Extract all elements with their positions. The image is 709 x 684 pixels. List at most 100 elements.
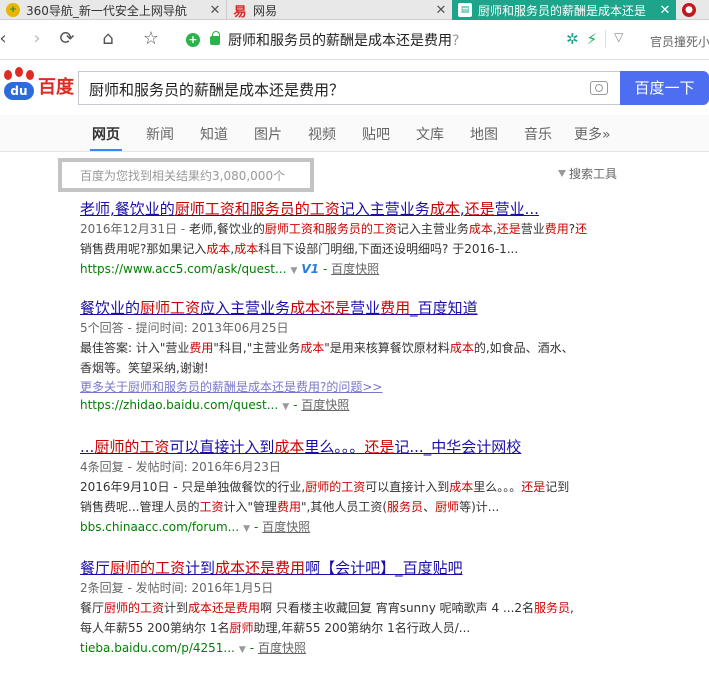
address-text[interactable]: 厨师和服务员的薪酬是成本还是费用? bbox=[228, 30, 459, 50]
snippet-segment: 老师,餐饮业的 bbox=[189, 222, 265, 236]
tab-music[interactable]: 音乐 bbox=[524, 124, 552, 144]
search-result: 老师,餐饮业的厨师工资和服务员的工资记入主营业务成本,还是营业... 2016年… bbox=[80, 198, 640, 281]
tab-tieba[interactable]: 贴吧 bbox=[362, 124, 390, 144]
result-title[interactable]: 餐厅厨师的工资计到成本还是费用啊【会计吧】_百度贴吧 bbox=[80, 557, 640, 578]
lightning-icon[interactable]: ⚡ bbox=[587, 30, 598, 48]
title-segment[interactable]: 里么。。。 bbox=[304, 438, 364, 456]
reload-icon[interactable]: ⟳ bbox=[56, 28, 78, 50]
result-title[interactable]: 餐饮业的厨师工资应入主营业务成本还是营业费用_百度知道 bbox=[80, 297, 640, 318]
snippet-segment: 还是 bbox=[521, 480, 546, 494]
title-segment[interactable]: 营业 bbox=[350, 299, 380, 317]
snapshot-link[interactable]: 百度快照 bbox=[331, 262, 379, 276]
tab-title: 360导航_新一代安全上网导航 bbox=[26, 3, 187, 18]
title-segment[interactable]: 成本还是 bbox=[290, 299, 350, 317]
result-meta: 4条回复 - 发帖时间: 2016年6月23日 bbox=[80, 457, 640, 477]
snippet-segment: 香烟等。笑望采纳,谢谢! bbox=[80, 361, 209, 375]
result-snippet-line: 2016年9月10日 - 只是单独做餐饮的行业,厨师的工资可以直接计入到成本里么… bbox=[80, 477, 640, 497]
result-title[interactable]: ...厨师的工资可以直接计入到成本里么。。。还是记..._中华会计网校 bbox=[80, 436, 640, 457]
title-segment[interactable]: 餐厅 bbox=[80, 559, 110, 577]
tab-more[interactable]: 更多» bbox=[574, 124, 611, 144]
snippet-segment: 厨师的工资 bbox=[305, 480, 366, 494]
result-url[interactable]: https://zhidao.baidu.com/quest... bbox=[80, 398, 278, 412]
close-icon[interactable]: ✕ bbox=[204, 3, 226, 18]
baidu-logo[interactable]: du 百度 bbox=[0, 67, 74, 104]
tab-images[interactable]: 图片 bbox=[254, 124, 282, 144]
camera-icon[interactable] bbox=[590, 81, 608, 95]
snippet-segment: "科目,"主营业务 bbox=[213, 341, 301, 355]
snapshot-link[interactable]: 百度快照 bbox=[301, 398, 349, 412]
chevron-down-icon[interactable]: ▽ bbox=[614, 30, 623, 48]
title-segment[interactable]: 老师,餐饮业的 bbox=[80, 200, 175, 218]
back-icon[interactable]: ‹ bbox=[0, 28, 14, 50]
title-segment[interactable]: 应入主营业务 bbox=[200, 299, 290, 317]
snapshot-link[interactable]: 百度快照 bbox=[258, 641, 306, 655]
tab-zhidao[interactable]: 知道 bbox=[200, 124, 228, 144]
security-shield-icon: + bbox=[186, 33, 200, 47]
bookmark-star-icon[interactable]: ☆ bbox=[140, 28, 162, 50]
result-url[interactable]: bbs.chinaacc.com/forum... bbox=[80, 520, 239, 534]
title-segment[interactable]: 餐饮业的 bbox=[80, 299, 140, 317]
snippet-segment: 费用 bbox=[189, 341, 214, 355]
title-segment[interactable]: 厨师工资和服务员的工资 bbox=[175, 200, 340, 218]
title-segment[interactable]: 记..._中华会计网校 bbox=[394, 438, 521, 456]
snippet-segment: 营业 bbox=[520, 222, 545, 236]
browser-tab-extra[interactable]: ● bbox=[676, 0, 709, 20]
title-segment[interactable]: 还是 bbox=[465, 200, 495, 218]
snippet-segment: 成本 bbox=[234, 242, 259, 256]
search-input[interactable]: 厨师和服务员的薪酬是成本还是费用？ bbox=[78, 71, 620, 105]
snippet-segment: 啊 只看楼主收藏回复 宵宵sunny 呢喃歌声 4 ...2名 bbox=[260, 601, 535, 615]
title-segment[interactable]: 成本 bbox=[274, 438, 304, 456]
tab-news[interactable]: 新闻 bbox=[146, 124, 174, 144]
snippet-segment: 记到 bbox=[545, 480, 570, 494]
title-segment[interactable]: 记入主营业务 bbox=[340, 200, 430, 218]
tab-web[interactable]: 网页 bbox=[90, 124, 122, 151]
result-url[interactable]: tieba.baidu.com/p/4251... bbox=[80, 641, 235, 655]
caret-down-icon[interactable]: ▼ bbox=[282, 402, 289, 412]
title-segment[interactable]: 厨师的工资 bbox=[110, 559, 185, 577]
close-icon[interactable]: ✕ bbox=[430, 3, 452, 18]
caret-down-icon[interactable]: ▼ bbox=[243, 524, 250, 534]
title-segment[interactable]: 计到 bbox=[185, 559, 215, 577]
search-query[interactable]: 厨师和服务员的薪酬是成本还是费用？ bbox=[89, 79, 344, 100]
search-button[interactable]: 百度一下 bbox=[620, 71, 709, 105]
caret-down-icon[interactable]: ▼ bbox=[239, 645, 246, 655]
browser-tab-active[interactable]: ▤ 厨师和服务员的薪酬是成本还是 ✕ bbox=[452, 0, 676, 20]
browser-tab-netease[interactable]: 易 网易 ✕ bbox=[226, 0, 452, 20]
snippet-segment: 5个回答 - 提问时间: 2013年06月25日 bbox=[80, 321, 289, 335]
snippet-segment: 成本 bbox=[449, 480, 474, 494]
title-segment[interactable]: 成本还是费用 bbox=[215, 559, 305, 577]
snippet-segment: 记入主营业务 bbox=[396, 222, 469, 236]
snippet-segment: 科目下设部门明细,下面还设明细吗? 于2016-1... bbox=[258, 242, 519, 256]
tab-video[interactable]: 视频 bbox=[308, 124, 336, 144]
title-segment[interactable]: 营业... bbox=[495, 200, 539, 218]
snippet-segment: 费用 bbox=[544, 222, 569, 236]
result-title[interactable]: 老师,餐饮业的厨师工资和服务员的工资记入主营业务成本,还是营业... bbox=[80, 198, 640, 219]
news-hint[interactable]: 官员撞死小 bbox=[650, 33, 709, 50]
search-tools[interactable]: 搜索工具 bbox=[558, 165, 617, 182]
more-questions-link[interactable]: 更多关于厨师和服务员的薪酬是成本还是费用?的问题>> bbox=[80, 378, 640, 395]
tab-map[interactable]: 地图 bbox=[470, 124, 498, 144]
refresh-circle-icon[interactable]: ✲ bbox=[566, 30, 579, 48]
result-snippet-line: 餐厅厨师的工资计到成本还是费用啊 只看楼主收藏回复 宵宵sunny 呢喃歌声 4… bbox=[80, 598, 640, 618]
snippet-segment: 还 bbox=[575, 222, 588, 236]
title-segment[interactable]: 厨师的工资 bbox=[94, 438, 169, 456]
close-icon[interactable]: ✕ bbox=[654, 3, 676, 18]
title-segment[interactable]: 可以直接计入到 bbox=[169, 438, 274, 456]
title-segment[interactable]: 费用 bbox=[380, 299, 410, 317]
home-icon[interactable]: ⌂ bbox=[97, 28, 119, 50]
title-segment[interactable]: _百度知道 bbox=[410, 299, 478, 317]
caret-down-icon[interactable]: ▼ bbox=[290, 266, 297, 276]
title-segment[interactable]: 啊【会计吧】_百度贴吧 bbox=[305, 559, 463, 577]
v-badge[interactable]: V1 bbox=[301, 262, 319, 276]
title-segment[interactable]: 还是 bbox=[364, 438, 394, 456]
result-url[interactable]: https://www.acc5.com/ask/quest... bbox=[80, 262, 286, 276]
tab-title: 网易 bbox=[253, 3, 278, 18]
title-segment[interactable]: 厨师工资 bbox=[140, 299, 200, 317]
snippet-segment: 成本 bbox=[449, 341, 474, 355]
browser-tab-360[interactable]: + 360导航_新一代安全上网导航 ✕ bbox=[0, 0, 226, 20]
snapshot-link[interactable]: 百度快照 bbox=[262, 520, 310, 534]
title-segment[interactable]: ... bbox=[80, 438, 94, 456]
title-segment[interactable]: 成本 bbox=[430, 200, 460, 218]
forward-icon[interactable]: › bbox=[26, 28, 48, 50]
tab-wenku[interactable]: 文库 bbox=[416, 124, 444, 144]
